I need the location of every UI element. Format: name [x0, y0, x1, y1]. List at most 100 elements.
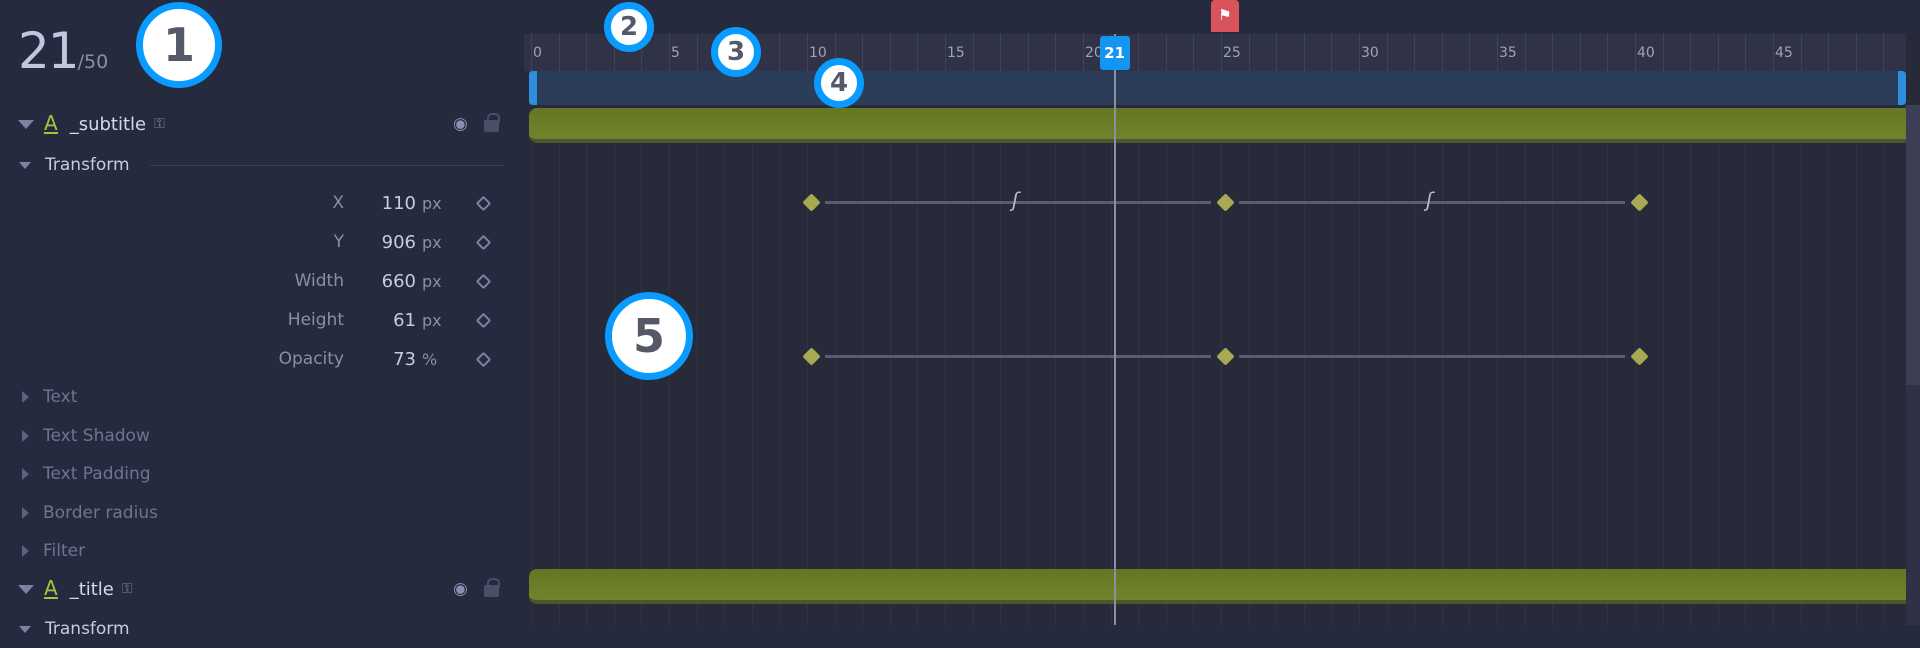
- section-border-radius[interactable]: Border radius: [0, 494, 524, 532]
- ruler-tick: [1662, 34, 1664, 71]
- grid-line: [862, 143, 864, 625]
- property-value-input[interactable]: 73: [393, 349, 416, 370]
- property-row-x[interactable]: X 110 px: [0, 184, 524, 222]
- grid-line: [1000, 143, 1002, 625]
- keyframe-segment[interactable]: [825, 355, 1211, 358]
- expand-icon[interactable]: [22, 468, 29, 480]
- vertical-scrollbar[interactable]: [1906, 105, 1920, 625]
- grid-line: [1690, 143, 1692, 625]
- expand-icon[interactable]: [22, 391, 29, 403]
- layer-name: _subtitle: [69, 113, 147, 135]
- grid-line: [889, 143, 891, 625]
- keyframe-segment[interactable]: [1239, 355, 1625, 358]
- grid-line: [1386, 143, 1388, 625]
- section-text[interactable]: Text: [0, 378, 524, 416]
- ruler-tick: [586, 34, 588, 71]
- property-row-width[interactable]: Width 660 px: [0, 262, 524, 300]
- expand-icon[interactable]: [22, 429, 29, 442]
- keyframe-diamond[interactable]: [802, 193, 821, 212]
- ruler-tick: [1635, 34, 1636, 71]
- keyframe-toggle-icon[interactable]: [475, 312, 492, 328]
- keyframe-diamond[interactable]: [1216, 193, 1235, 212]
- section-transform-title[interactable]: Transform: [0, 610, 524, 648]
- tick-label: 40: [1637, 45, 1655, 61]
- grid-line: [1635, 143, 1636, 625]
- ruler-tick: [862, 34, 864, 71]
- property-row-y[interactable]: Y 906 px: [0, 223, 524, 261]
- ruler-tick: [1524, 34, 1526, 71]
- easing-icon[interactable]: ʃ: [1426, 188, 1433, 212]
- section-transform[interactable]: Transform: [0, 146, 524, 184]
- keyframe-toggle-icon[interactable]: [475, 273, 492, 289]
- range-start-handle[interactable]: [529, 71, 537, 105]
- layer-bar-title[interactable]: [529, 569, 1906, 604]
- total-frames: /50: [77, 51, 109, 73]
- property-label: Opacity: [278, 349, 344, 369]
- ruler-tick: [1579, 34, 1581, 71]
- section-filter[interactable]: Filter: [0, 532, 524, 570]
- playhead-label[interactable]: 21: [1099, 36, 1130, 70]
- ruler-tick: [1248, 34, 1250, 71]
- property-unit: px: [422, 193, 442, 213]
- layers-panel: 21/50 A _subtitle ⚿ ◉ Transform X 110 px Y 9…: [0, 0, 524, 639]
- scrollbar-thumb[interactable]: [1906, 105, 1920, 385]
- layer-row-subtitle[interactable]: A _subtitle ⚿ ◉: [0, 105, 524, 143]
- flag-icon: ⚑: [1218, 6, 1232, 24]
- keyframe-toggle-icon[interactable]: [475, 234, 492, 250]
- ruler-tick: [1193, 34, 1195, 71]
- playhead[interactable]: [1113, 34, 1116, 625]
- keyframe-toggle-icon[interactable]: [475, 351, 492, 367]
- key-icon[interactable]: ⚿: [154, 116, 165, 132]
- collapse-icon[interactable]: [19, 625, 31, 633]
- key-icon[interactable]: ⚿: [122, 581, 133, 597]
- ruler-tick: [1000, 34, 1002, 71]
- lock-icon[interactable]: [484, 113, 500, 132]
- tick-label: 25: [1223, 45, 1241, 61]
- layer-row-title[interactable]: A _title ⚿ ◉: [0, 570, 524, 608]
- layer-bar-subtitle[interactable]: [529, 108, 1906, 143]
- keyframe-diamond[interactable]: [1216, 347, 1235, 366]
- collapse-icon[interactable]: [18, 584, 34, 594]
- property-label: Y: [333, 232, 344, 252]
- keyframe-diamond[interactable]: [1630, 347, 1649, 366]
- section-text-shadow[interactable]: Text Shadow: [0, 417, 524, 455]
- range-end-handle[interactable]: [1898, 71, 1906, 105]
- collapse-icon[interactable]: [19, 161, 31, 169]
- ruler-tick: [1303, 34, 1305, 71]
- ruler-tick: [1552, 34, 1554, 71]
- grid-line: [613, 143, 615, 625]
- eye-icon[interactable]: ◉: [453, 114, 468, 134]
- flag-marker[interactable]: ⚑: [1211, 0, 1239, 32]
- section-text-padding[interactable]: Text Padding: [0, 455, 524, 493]
- property-unit: %: [422, 349, 438, 369]
- eye-icon[interactable]: ◉: [453, 579, 468, 599]
- lock-icon[interactable]: [484, 578, 500, 597]
- keyframe-diamond[interactable]: [802, 347, 821, 366]
- ruler-tick: [1359, 34, 1360, 71]
- grid-line: [751, 143, 753, 625]
- property-value-input[interactable]: 61: [393, 310, 416, 331]
- ruler-tick: [1276, 34, 1278, 71]
- ruler-tick: [1165, 34, 1167, 71]
- property-row-height[interactable]: Height 61 px: [0, 301, 524, 339]
- grid-line: [1883, 143, 1885, 625]
- grid-line: [1441, 143, 1443, 625]
- keyframe-diamond[interactable]: [1630, 193, 1649, 212]
- divider: [149, 164, 504, 166]
- property-label: Width: [294, 271, 344, 291]
- easing-icon[interactable]: ʃ: [1012, 188, 1019, 212]
- expand-icon[interactable]: [22, 506, 29, 519]
- expand-icon[interactable]: [22, 545, 29, 557]
- property-value-input[interactable]: 660: [382, 271, 416, 292]
- grid-line: [917, 143, 919, 625]
- ruler-tick: [558, 34, 560, 71]
- property-row-opacity[interactable]: Opacity 73%: [0, 340, 524, 378]
- collapse-icon[interactable]: [18, 119, 34, 129]
- ruler-tick: [807, 34, 808, 71]
- property-value-input[interactable]: 906: [382, 232, 416, 253]
- property-value-input[interactable]: 110: [382, 193, 416, 214]
- frame-counter: 21/50: [18, 22, 108, 80]
- keyframe-toggle-icon[interactable]: [475, 195, 492, 211]
- timeline[interactable]: 0 5 10 15 20 25 30 35 40 45 ʃʃ ⚑ 21: [524, 0, 1920, 625]
- tick-label: 10: [809, 45, 827, 61]
